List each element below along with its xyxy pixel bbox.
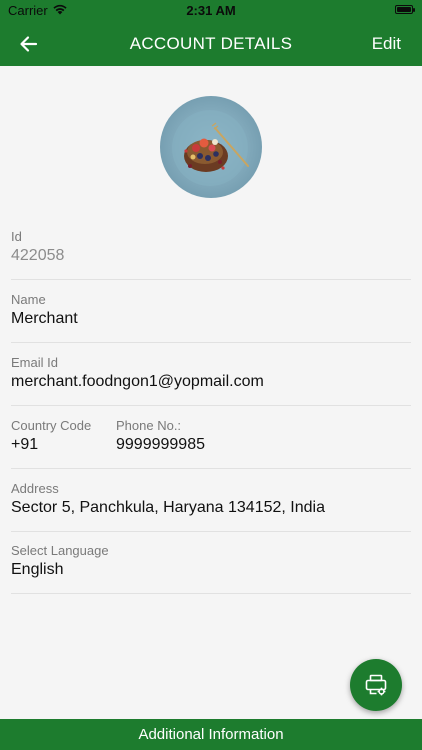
id-field: Id 422058 bbox=[11, 229, 411, 280]
name-field[interactable]: Name Merchant bbox=[11, 292, 411, 343]
email-label: Email Id bbox=[11, 355, 58, 370]
country-code-label: Country Code bbox=[11, 418, 92, 433]
address-field[interactable]: Address Sector 5, Panchkula, Haryana 134… bbox=[11, 481, 411, 532]
email-value[interactable]: merchant.foodngon1@yopmail.com bbox=[11, 373, 264, 391]
phone-value[interactable]: 9999999985 bbox=[116, 436, 205, 454]
name-label: Name bbox=[11, 292, 46, 307]
edit-button[interactable]: Edit bbox=[372, 34, 401, 54]
country-code-value[interactable]: +91 bbox=[11, 436, 38, 454]
phone-row: Country Code +91 Phone No.: 9999999985 bbox=[11, 418, 411, 469]
language-value[interactable]: English bbox=[11, 561, 63, 579]
battery-icon bbox=[395, 5, 415, 14]
status-time: 2:31 AM bbox=[186, 3, 236, 18]
navigation-bar: ACCOUNT DETAILS Edit bbox=[0, 21, 422, 66]
address-label: Address bbox=[11, 481, 59, 496]
status-bar: Carrier 2:31 AM bbox=[0, 0, 422, 21]
print-settings-button[interactable] bbox=[350, 659, 402, 711]
id-value: 422058 bbox=[11, 247, 65, 264]
language-label: Select Language bbox=[11, 543, 109, 558]
printer-settings-icon bbox=[365, 674, 387, 696]
address-value[interactable]: Sector 5, Panchkula, Haryana 134152, Ind… bbox=[11, 499, 325, 517]
id-label: Id bbox=[11, 229, 22, 244]
email-field[interactable]: Email Id merchant.foodngon1@yopmail.com bbox=[11, 355, 411, 406]
language-field[interactable]: Select Language English bbox=[11, 543, 411, 594]
name-value[interactable]: Merchant bbox=[11, 310, 78, 328]
page-title: ACCOUNT DETAILS bbox=[129, 34, 293, 53]
avatar[interactable] bbox=[160, 96, 262, 198]
phone-label: Phone No.: bbox=[116, 418, 182, 433]
additional-information-button[interactable]: Additional Information bbox=[0, 719, 422, 750]
